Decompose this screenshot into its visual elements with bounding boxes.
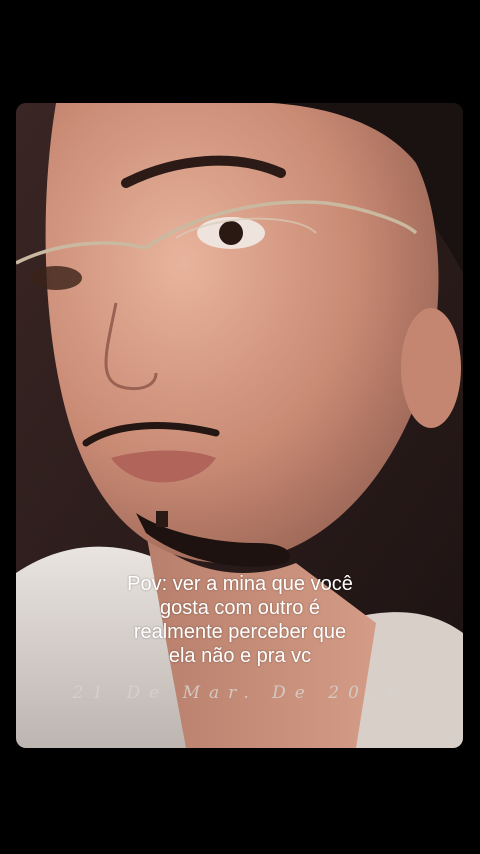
caption-line-1: Pov: ver a mina que você	[127, 573, 353, 595]
caption-line-4: ela não e pra vc	[168, 645, 312, 667]
caption-line-2: gosta com outro é	[159, 597, 321, 619]
story-caption: Pov: ver a mina que você gosta com outro…	[0, 572, 480, 668]
date-stamp: 21 De Mar. De 2026	[72, 683, 408, 703]
caption-line-3: realmente perceber que	[133, 621, 347, 643]
